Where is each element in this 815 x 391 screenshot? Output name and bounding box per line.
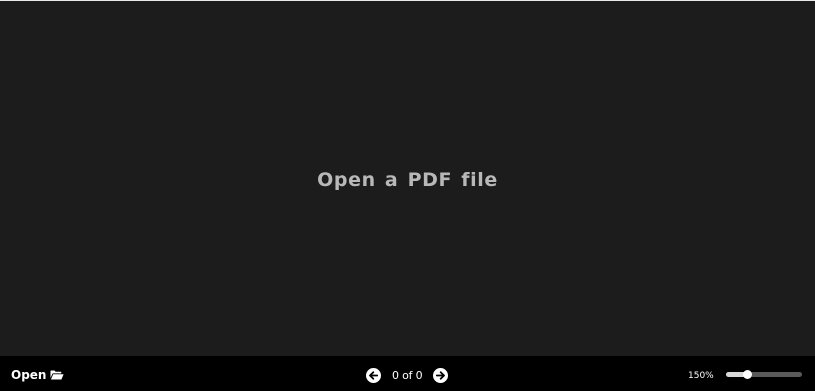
page-navigation: 0 of 0 bbox=[366, 367, 449, 383]
previous-page-button[interactable] bbox=[366, 367, 381, 383]
zoom-level-label: 150% bbox=[688, 371, 714, 381]
folder-open-icon bbox=[50, 370, 65, 380]
arrow-left-circle-icon bbox=[369, 370, 378, 380]
empty-state-message: Open a PDF file bbox=[317, 168, 498, 191]
zoom-slider-thumb[interactable] bbox=[742, 370, 752, 379]
document-viewport[interactable]: Open a PDF file bbox=[0, 1, 815, 356]
next-page-button[interactable] bbox=[433, 367, 449, 383]
bottom-toolbar: Open 0 of 0 150% bbox=[0, 356, 815, 391]
zoom-slider[interactable] bbox=[726, 370, 802, 379]
open-file-button[interactable]: Open bbox=[11, 368, 65, 382]
pdf-viewer-app: Open a PDF file Open 0 of 0 150% bbox=[0, 0, 815, 391]
open-button-label: Open bbox=[11, 368, 47, 382]
arrow-right-circle-icon bbox=[436, 370, 446, 380]
page-indicator: 0 of 0 bbox=[392, 368, 423, 382]
